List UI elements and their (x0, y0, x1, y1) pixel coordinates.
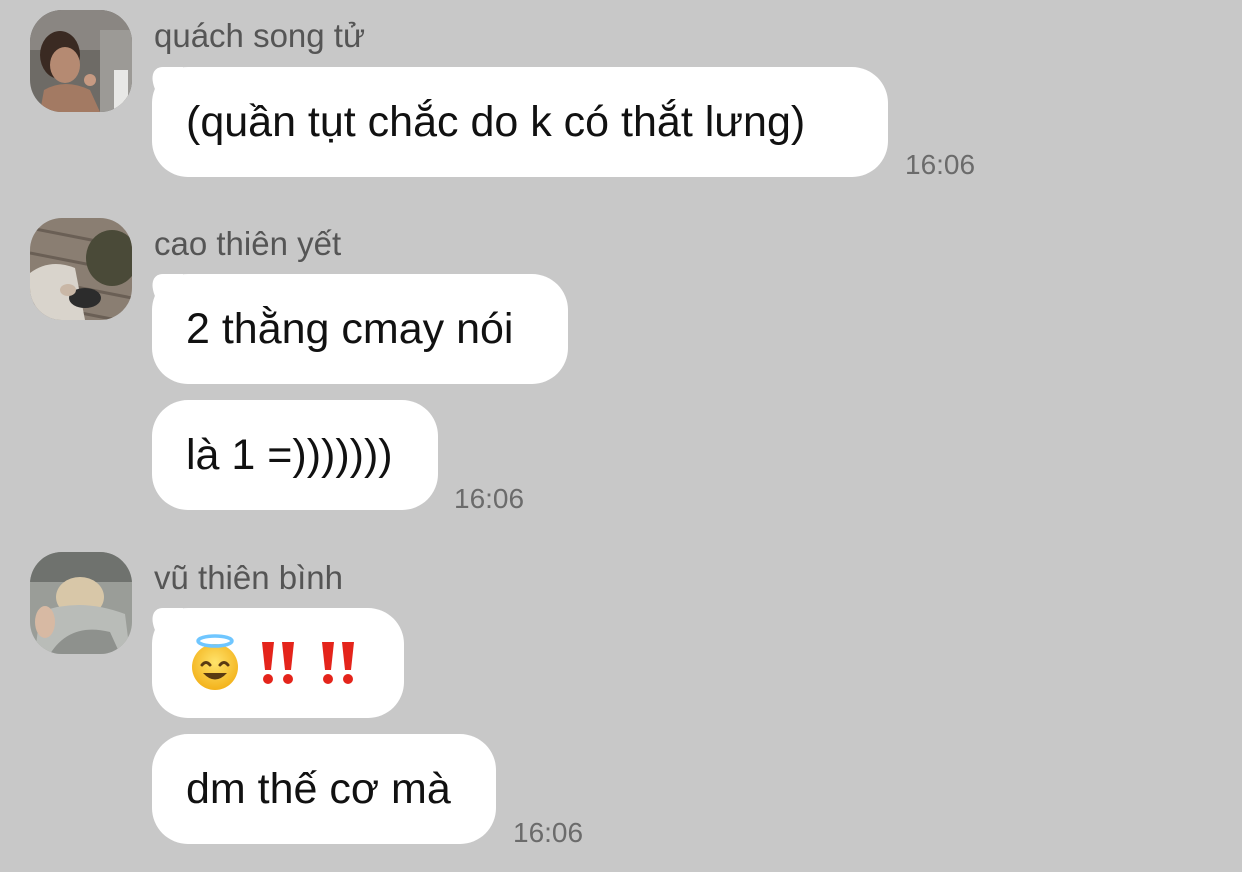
message-bubble[interactable]: dm thế cơ mà (152, 734, 496, 844)
double-exclamation-icon (262, 642, 294, 684)
avatar-quach-song-tu[interactable] (30, 10, 132, 112)
avatar-cao-thien-yet[interactable] (30, 218, 132, 320)
message-bubble[interactable] (152, 608, 404, 718)
emoji-message (186, 634, 364, 692)
smiling-face-with-halo-icon (192, 634, 238, 690)
person-photo-icon (30, 218, 132, 320)
message-text: là 1 =))))))) (186, 430, 393, 479)
sender-name: cao thiên yết (154, 225, 342, 262)
message-time: 16:06 (454, 483, 525, 514)
message-text: dm thế cơ mà (186, 764, 451, 813)
sender-name: quách song tử (154, 17, 366, 54)
sender-name: vũ thiên bình (154, 559, 343, 596)
message-time: 16:06 (905, 149, 976, 180)
avatar-vu-thien-binh[interactable] (30, 552, 132, 654)
person-photo-icon (30, 552, 132, 654)
double-exclamation-icon (322, 642, 354, 684)
message-text: (quần tụt chắc do k có thắt lưng) (186, 97, 806, 146)
message-bubble[interactable]: (quần tụt chắc do k có thắt lưng) (152, 67, 888, 177)
message-time: 16:06 (513, 817, 584, 848)
message-bubble[interactable]: 2 thằng cmay nói (152, 274, 568, 384)
message-text: 2 thằng cmay nói (186, 304, 514, 353)
message-bubble[interactable]: là 1 =))))))) (152, 400, 438, 510)
person-photo-icon (30, 10, 132, 112)
